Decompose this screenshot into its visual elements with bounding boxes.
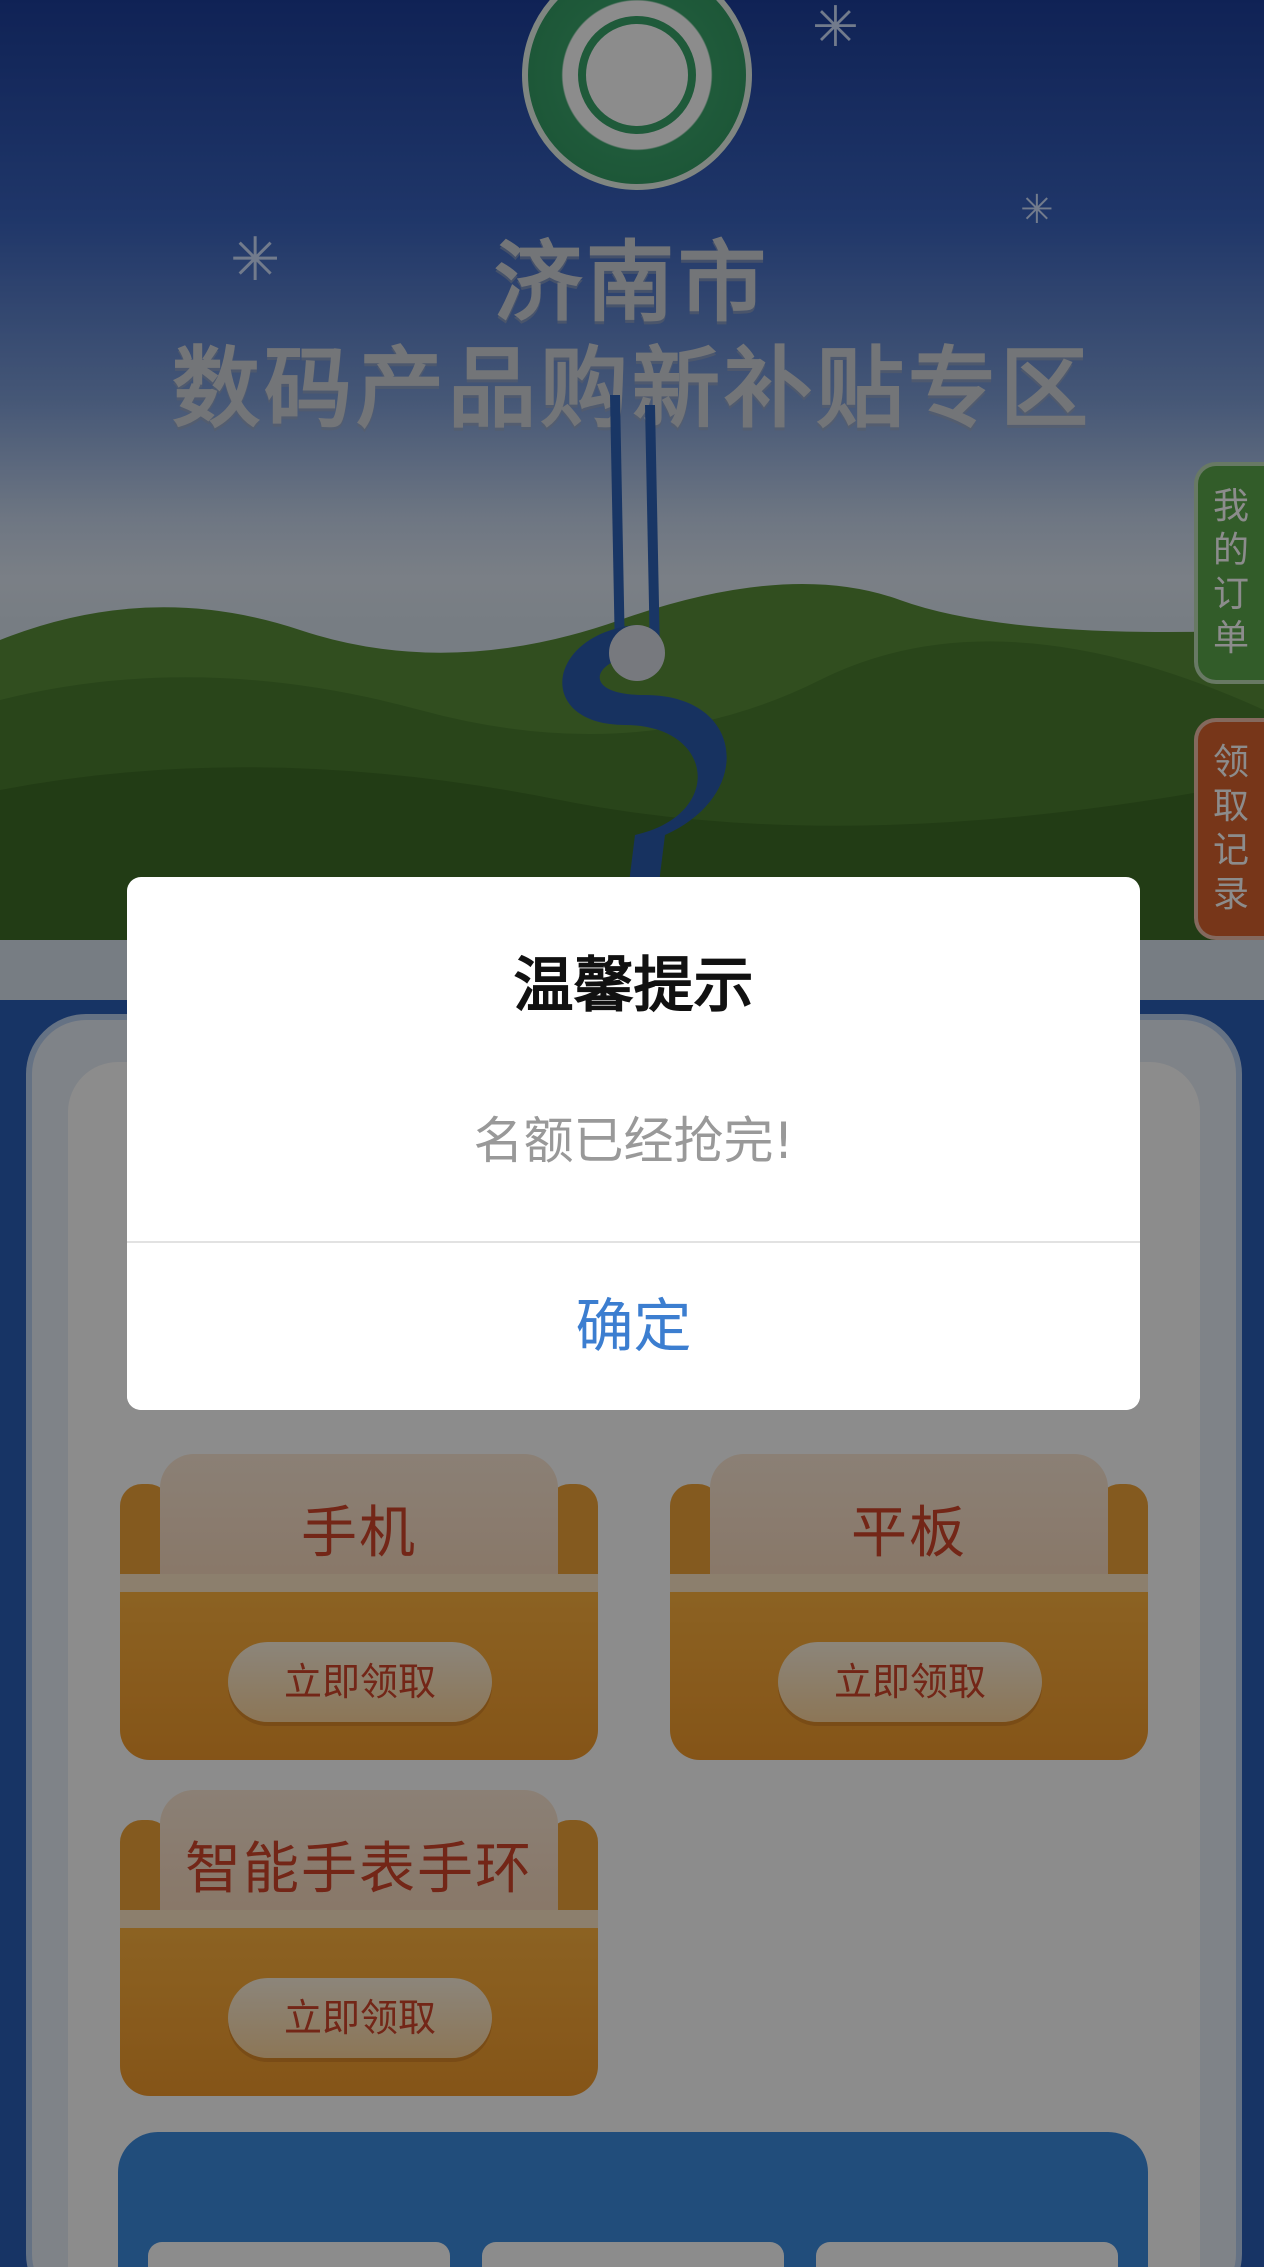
alert-dialog: 温馨提示 名额已经抢完! 确定 bbox=[127, 877, 1140, 1410]
confirm-button[interactable]: 确定 bbox=[127, 1243, 1140, 1410]
dialog-message: 名额已经抢完! bbox=[473, 1112, 794, 1170]
dialog-title: 温馨提示 bbox=[513, 951, 754, 1021]
